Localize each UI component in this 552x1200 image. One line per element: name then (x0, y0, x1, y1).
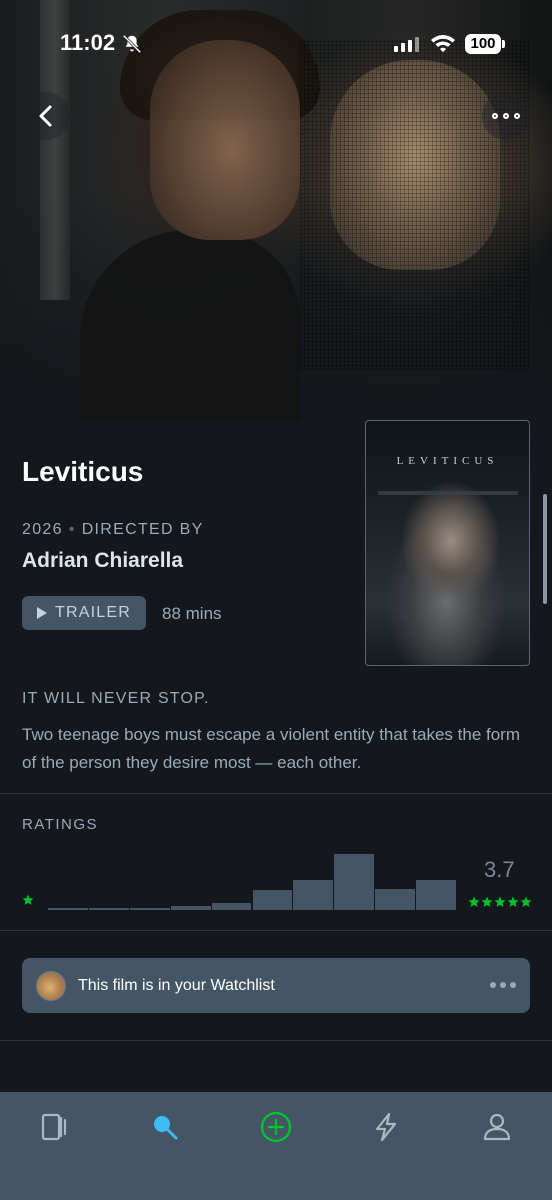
play-icon (37, 607, 47, 619)
star-icon (468, 896, 480, 907)
star-icon (494, 896, 506, 907)
star-icon (520, 896, 532, 907)
profile-icon (483, 1113, 511, 1141)
histogram-bar[interactable] (416, 879, 456, 910)
film-meta: 2026 • DIRECTED BY (22, 521, 204, 538)
scroll-indicator (543, 494, 547, 604)
star-icon (22, 894, 34, 905)
wifi-icon (431, 35, 455, 53)
avatar (36, 970, 66, 1001)
histogram-bar[interactable] (48, 908, 88, 910)
tab-profile[interactable] (442, 1092, 552, 1162)
histogram-bar[interactable] (334, 854, 375, 910)
runtime: 88 mins (162, 604, 222, 623)
battery-indicator: 100 (465, 34, 505, 54)
tagline: IT WILL NEVER STOP. (22, 690, 210, 707)
bell-muted-icon (122, 34, 142, 54)
ratings-histogram[interactable] (48, 845, 456, 910)
ratings-label: RATINGS (22, 816, 99, 833)
lightning-icon (375, 1112, 397, 1142)
histogram-bar[interactable] (170, 906, 211, 910)
watchlist-banner[interactable]: This film is in your Watchlist (22, 958, 530, 1013)
watchlist-text: This film is in your Watchlist (78, 976, 275, 994)
film-year[interactable]: 2026 (22, 521, 63, 538)
histogram-bar[interactable] (211, 903, 252, 910)
status-time: 11:02 (60, 30, 116, 55)
histogram-bar[interactable] (88, 908, 129, 910)
tab-activity[interactable] (331, 1092, 441, 1162)
poster-title-text: LEVITICUS (396, 455, 499, 467)
star-icon (507, 896, 519, 907)
watchlist-more-icon[interactable] (490, 982, 516, 988)
histogram-bar[interactable] (252, 890, 293, 910)
tab-films[interactable] (0, 1092, 110, 1162)
five-star-icon-group (468, 896, 532, 908)
more-options-button[interactable] (482, 92, 530, 140)
average-rating: 3.7 (484, 857, 515, 882)
trailer-label: TRAILER (55, 604, 131, 621)
add-icon (260, 1111, 292, 1143)
divider (0, 793, 552, 794)
cellular-signal-icon (394, 36, 419, 52)
directed-by-label: DIRECTED BY (81, 521, 204, 538)
histogram-bar[interactable] (375, 888, 416, 910)
search-icon (154, 1116, 178, 1140)
back-button[interactable] (22, 92, 70, 140)
tab-add[interactable] (221, 1092, 331, 1162)
trailer-button[interactable]: TRAILER (22, 596, 146, 630)
divider (0, 930, 552, 931)
ellipsis-icon (492, 113, 520, 119)
synopsis: Two teenage boys must escape a violent e… (22, 725, 520, 772)
chevron-left-icon (39, 105, 52, 127)
director-name[interactable]: Adrian Chiarella (22, 549, 183, 573)
tab-search[interactable] (110, 1092, 220, 1162)
histogram-bar[interactable] (293, 879, 334, 910)
divider (0, 1040, 552, 1041)
poster-image[interactable]: LEVITICUS (365, 420, 530, 666)
star-icon (481, 896, 493, 907)
histogram-bar[interactable] (129, 908, 170, 910)
status-bar: 11:02 100 (0, 0, 552, 90)
film-title: Leviticus (22, 456, 144, 487)
films-icon (41, 1113, 67, 1141)
tab-bar (0, 1092, 552, 1200)
